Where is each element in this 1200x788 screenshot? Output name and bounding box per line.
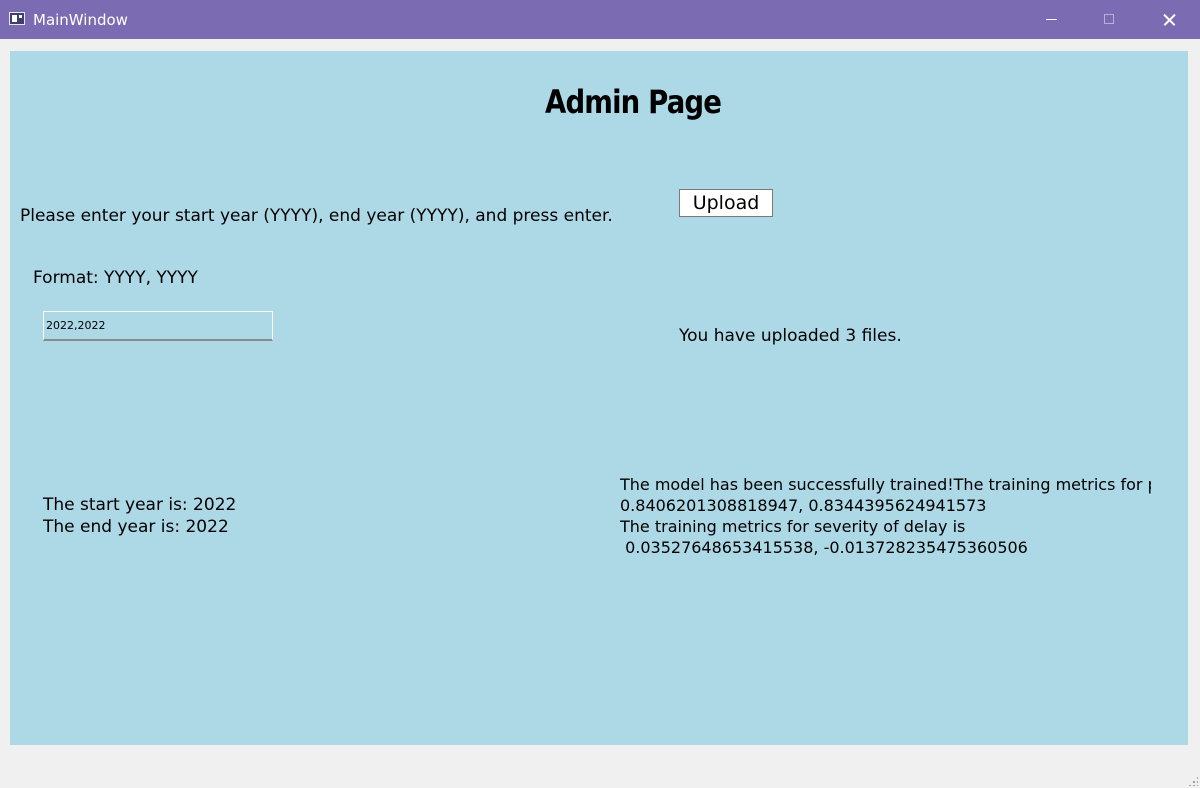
main-window: MainWindow Admin Page Please enter your … bbox=[0, 0, 1200, 788]
end-year-label: The end year is: 2022 bbox=[43, 517, 229, 537]
upload-button[interactable]: Upload bbox=[679, 189, 773, 217]
training-result-line: The training metrics for severity of del… bbox=[620, 517, 966, 536]
training-result-text: The model has been successfully trained!… bbox=[620, 474, 1151, 558]
resize-grip-icon[interactable] bbox=[1188, 776, 1198, 786]
admin-panel: Admin Page Please enter your start year … bbox=[10, 51, 1188, 745]
title-bar[interactable]: MainWindow bbox=[0, 0, 1200, 39]
start-year-label: The start year is: 2022 bbox=[43, 495, 237, 515]
year-range-input[interactable] bbox=[43, 311, 273, 341]
training-result-line: The model has been successfully trained!… bbox=[620, 475, 1151, 494]
training-result-line: 0.8406201308818947, 0.8344395624941573 bbox=[620, 496, 987, 515]
uploaded-files-status: You have uploaded 3 files. bbox=[679, 326, 902, 346]
close-icon[interactable] bbox=[1140, 0, 1198, 39]
instructions-label: Please enter your start year (YYYY), end… bbox=[20, 206, 613, 226]
window-title: MainWindow bbox=[33, 11, 128, 29]
app-window-icon bbox=[9, 12, 25, 25]
minimize-icon[interactable] bbox=[1022, 0, 1080, 39]
training-result-line: 0.03527648653415538, -0.0137282354753605… bbox=[620, 538, 1028, 557]
page-title: Admin Page bbox=[545, 83, 722, 121]
format-hint-label: Format: YYYY, YYYY bbox=[33, 268, 198, 288]
maximize-icon[interactable] bbox=[1081, 0, 1139, 39]
